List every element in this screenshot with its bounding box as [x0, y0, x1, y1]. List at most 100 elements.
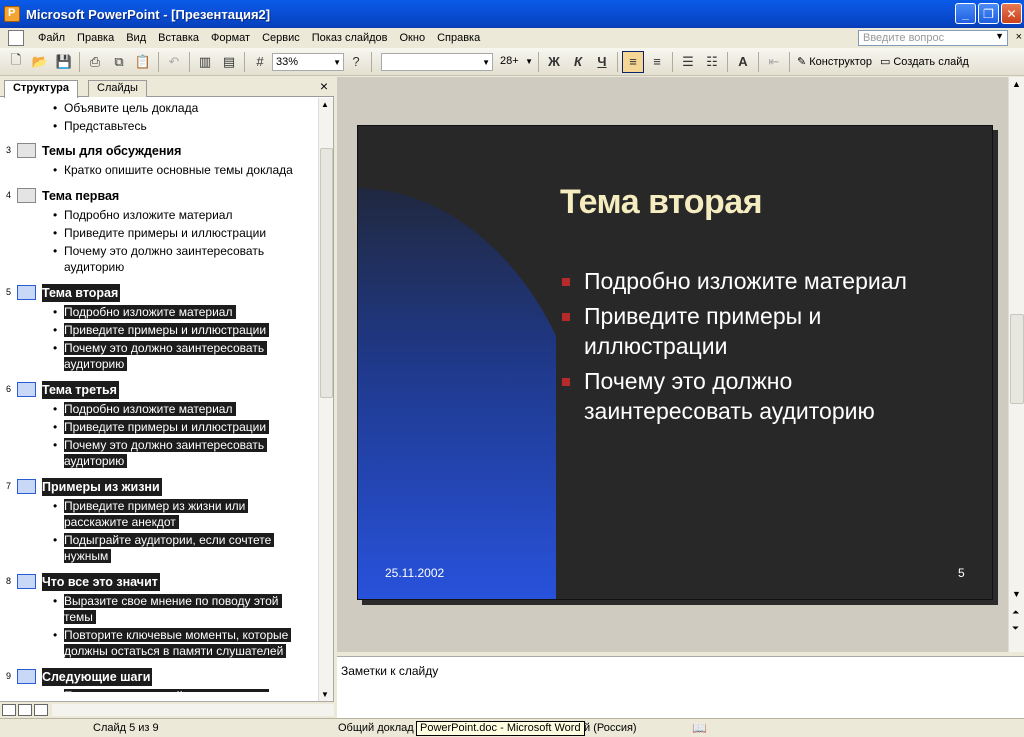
outline-bullet-text[interactable]: Представьтесь	[64, 118, 150, 134]
menu-tools[interactable]: Сервис	[256, 28, 306, 48]
slide-canvas[interactable]: Тема вторая Подробно изложите материал П…	[357, 125, 993, 600]
chevron-down-icon[interactable]: ▼	[995, 31, 1004, 41]
chart-icon[interactable]: ▥	[194, 51, 216, 73]
slide-body[interactable]: Подробно изложите материал Приведите при…	[560, 266, 960, 431]
document-icon[interactable]	[8, 30, 24, 46]
new-slide-button[interactable]: ▭ Создать слайд	[880, 55, 969, 69]
horizontal-scrollbar[interactable]	[52, 704, 334, 716]
bold-button[interactable]: Ж	[543, 51, 565, 73]
ask-question-input[interactable]: Введите вопрос	[858, 30, 1008, 46]
numbered-list-icon[interactable]: ☰	[677, 51, 699, 73]
outline-bullet-text[interactable]: Выразите свое мнение по поводу этой	[64, 593, 282, 609]
save-icon[interactable]: 💾	[53, 51, 75, 73]
increase-font-icon[interactable]: A	[732, 51, 754, 73]
outline-bullet-text[interactable]: расскажите анекдот	[64, 514, 179, 530]
outline-bullet-text[interactable]: Приведите примеры и иллюстрации	[64, 322, 270, 338]
outline-bullet-text[interactable]: Приведите примеры и иллюстрации	[64, 419, 270, 435]
powerpoint-app-icon[interactable]	[4, 6, 20, 22]
outline-slide-title[interactable]: Что все это значит	[42, 573, 160, 591]
grid-icon[interactable]: #	[249, 51, 271, 73]
outline-slide-title[interactable]: Тема первая	[42, 187, 121, 205]
outline-bullet-text[interactable]: Подыграйте аудитории, если сочтете	[64, 532, 275, 548]
outline-bullet-text[interactable]: Приведите пример из жизни или	[64, 498, 249, 514]
help-icon[interactable]: ?	[345, 51, 367, 73]
align-left-icon[interactable]: ≡	[622, 50, 644, 73]
restore-button[interactable]: ❐	[978, 3, 999, 24]
tab-slides[interactable]: Слайды	[88, 80, 147, 97]
print-icon[interactable]: ⎙	[84, 51, 106, 73]
zoom-select[interactable]: 33% ▼	[272, 52, 344, 71]
minimize-button[interactable]: _	[955, 3, 976, 24]
align-center-icon[interactable]: ≡	[646, 51, 668, 73]
underline-button[interactable]: Ч	[591, 51, 613, 73]
tab-outline[interactable]: Структура	[4, 80, 78, 98]
outline-slide-title[interactable]: Примеры из жизни	[42, 478, 162, 496]
notes-pane[interactable]: Заметки к слайду	[337, 656, 1024, 718]
outline-scrollbar[interactable]: ▲ ▼	[318, 98, 333, 701]
outline-bullet-text[interactable]: должны остаться в памяти слушателей	[64, 643, 287, 659]
spellcheck-icon[interactable]: 📖	[692, 721, 707, 735]
bulleted-list-icon[interactable]: ☷	[701, 51, 723, 73]
scroll-thumb[interactable]	[320, 148, 333, 398]
font-size-select[interactable]: 28+ ▼	[497, 53, 535, 71]
outline-bullet-text[interactable]: Кратко опишите основные темы доклада	[64, 162, 296, 178]
scroll-up-icon[interactable]: ▲	[1012, 79, 1021, 89]
outline-bullet-text[interactable]: Почему это должно заинтересовать	[64, 340, 268, 356]
menu-slideshow[interactable]: Показ слайдов	[306, 28, 394, 48]
slide-sorter-icon[interactable]	[18, 703, 32, 716]
scroll-down-icon[interactable]: ▼	[1012, 589, 1021, 599]
slide-thumbnail-icon[interactable]	[17, 285, 36, 300]
slide-scrollbar[interactable]: ▲ ▼ ⏶ ⏷	[1008, 77, 1024, 652]
outline-slide-title[interactable]: Тема вторая	[42, 284, 121, 302]
slide-title[interactable]: Тема вторая	[560, 183, 763, 222]
scroll-down-icon[interactable]: ▼	[321, 690, 329, 699]
scroll-up-icon[interactable]: ▲	[321, 100, 329, 109]
paste-icon[interactable]: 📋	[132, 51, 154, 73]
open-icon[interactable]: 📂	[29, 51, 51, 73]
outline-slide-title[interactable]: Следующие шаги	[42, 668, 153, 686]
slide-thumbnail-icon[interactable]	[17, 574, 36, 589]
outline-bullet-text[interactable]: Объявите цель доклада	[64, 100, 201, 116]
outline-bullet-text[interactable]: Подробно изложите материал	[64, 304, 236, 320]
next-slide-icon[interactable]: ⏷	[1012, 623, 1019, 634]
outline-bullet-text[interactable]: Приведите примеры и иллюстрации	[64, 225, 269, 241]
slide-thumbnail-icon[interactable]	[17, 188, 36, 203]
menu-edit[interactable]: Правка	[71, 28, 120, 48]
normal-view-icon[interactable]	[2, 703, 16, 716]
outline-slide-title[interactable]: Тема третья	[42, 381, 119, 399]
outline-bullet-text[interactable]: Почему это должно заинтересовать	[64, 437, 268, 453]
outline-bullet-text[interactable]: аудиторию	[64, 356, 128, 372]
menu-format[interactable]: Формат	[205, 28, 256, 48]
menu-help[interactable]: Справка	[431, 28, 486, 48]
pane-close-button[interactable]: ×	[320, 78, 328, 94]
undo-icon[interactable]: ↶	[163, 51, 185, 73]
slide-thumbnail-icon[interactable]	[17, 382, 36, 397]
decrease-indent-icon[interactable]: ⇤	[763, 51, 785, 73]
new-icon[interactable]: 🗋	[5, 51, 27, 73]
font-select[interactable]: ▼	[381, 52, 493, 71]
slide-thumbnail-icon[interactable]	[17, 479, 36, 494]
menu-window[interactable]: Окно	[394, 28, 432, 48]
outline-bullet-text[interactable]: Почему это должно заинтересовать	[64, 243, 267, 259]
slide-thumbnail-icon[interactable]	[17, 143, 36, 158]
slide-thumbnail-icon[interactable]	[17, 669, 36, 684]
close-button[interactable]: ✕	[1001, 3, 1022, 24]
outline-bullet-text[interactable]: темы	[64, 609, 96, 625]
outline-bullet-text[interactable]: Подробно изложите материал	[64, 207, 236, 223]
outline-bullet-text[interactable]: Подробно изложите материал	[64, 401, 236, 417]
designer-button[interactable]: ✎ Конструктор	[797, 55, 872, 69]
outline-bullet-text[interactable]: аудиторию	[64, 453, 128, 469]
outline-bullet-text[interactable]: Повторите ключевые моменты, которые	[64, 627, 292, 643]
outline-bullet-text[interactable]: аудиторию	[64, 259, 127, 275]
outline-slide-title[interactable]: Темы для обсуждения	[42, 142, 183, 160]
table-icon[interactable]: ▤	[218, 51, 240, 73]
slideshow-icon[interactable]	[34, 703, 48, 716]
document-close-button[interactable]: ×	[1016, 31, 1022, 43]
italic-button[interactable]: К	[567, 51, 589, 73]
previous-slide-icon[interactable]: ⏶	[1012, 607, 1019, 618]
menu-insert[interactable]: Вставка	[152, 28, 205, 48]
outline-content[interactable]: • Объявите цель доклада • Представьтесь 3 Тем…	[0, 98, 318, 692]
copy-icon[interactable]: ⧉	[108, 51, 130, 73]
outline-bullet-text[interactable]: нужным	[64, 548, 112, 564]
menu-view[interactable]: Вид	[120, 28, 152, 48]
